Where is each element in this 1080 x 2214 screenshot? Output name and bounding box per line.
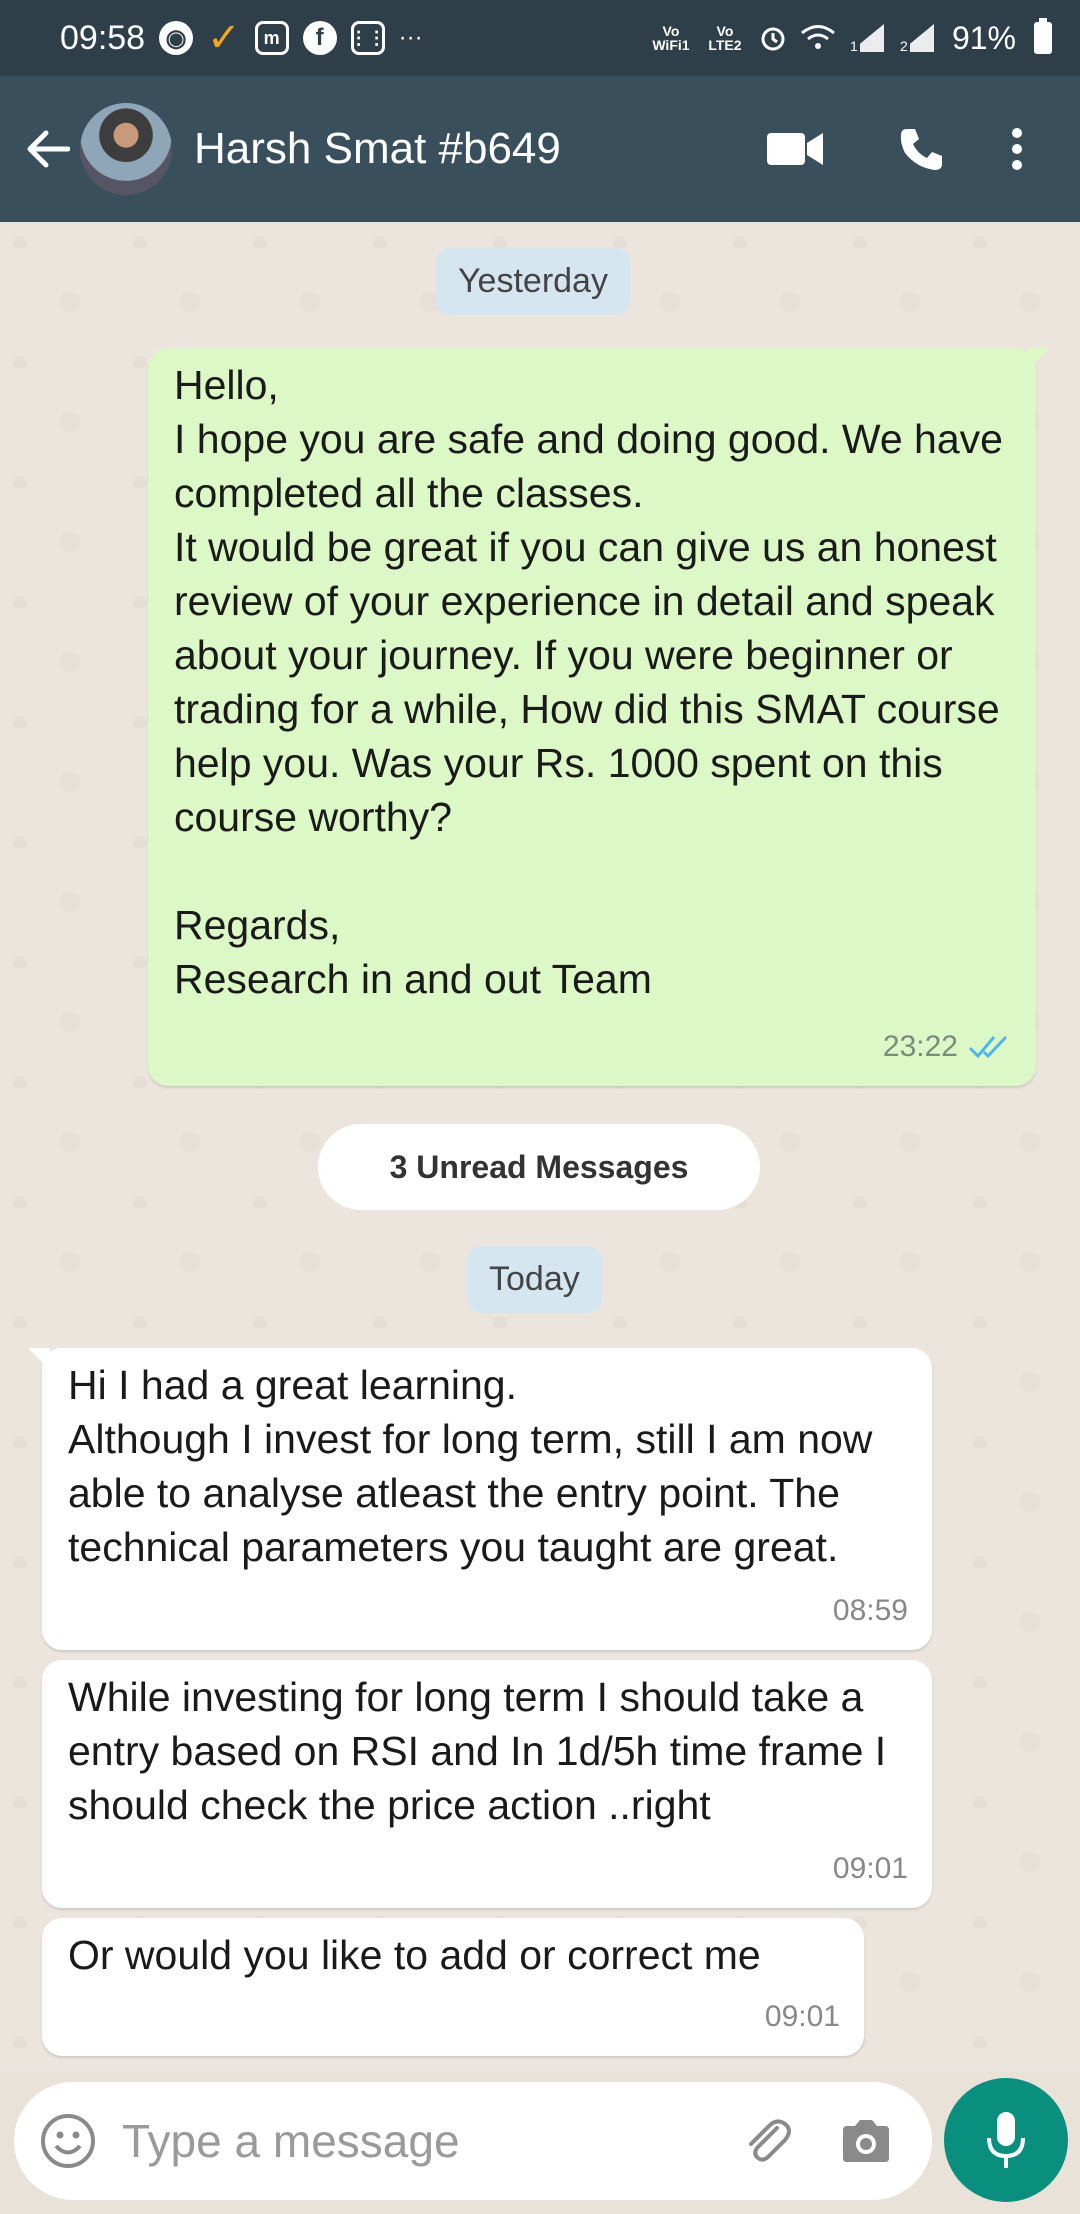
menu-button[interactable] [972, 104, 1062, 194]
contact-name[interactable]: Harsh Smat #b649 [194, 124, 750, 174]
attach-button[interactable] [724, 2099, 808, 2183]
message-composer [14, 2082, 932, 2200]
chat-header: Harsh Smat #b649 [0, 76, 1080, 222]
arrow-left-icon [27, 130, 70, 168]
unread-messages-divider: 3 Unread Messages [318, 1124, 760, 1210]
system-icons: Vo WiFi1 Vo LTE2 1 2 91% [650, 18, 1052, 57]
back-button[interactable] [18, 119, 78, 179]
voice-call-button[interactable] [876, 104, 966, 194]
more-icon: ··· [398, 24, 423, 51]
vowifi-label: Vo WiFi1 [652, 23, 690, 53]
m-icon: m [254, 21, 289, 55]
camera-button[interactable] [824, 2099, 908, 2183]
smiley-icon [41, 2114, 95, 2168]
message-text: Hello, I hope you are safe and doing goo… [174, 362, 1003, 1002]
message-text: While investing for long term I should t… [68, 1674, 887, 1828]
status-bar: 09:58 ◉ ✓ m f ⋮⋮ ··· Vo WiFi1 Vo LTE2 1 … [0, 0, 1080, 76]
date-separator-today: Today [467, 1246, 602, 1313]
wifi-icon [800, 24, 836, 52]
phone-icon [900, 129, 942, 170]
calculator-icon: ⋮⋮ [350, 21, 386, 55]
video-call-button[interactable] [750, 104, 840, 194]
avatar[interactable] [80, 103, 172, 195]
message-meta: 09:01 [765, 1990, 840, 2044]
chat-area[interactable]: Yesterday Hello, I hope you are safe and… [0, 222, 1080, 2072]
sim1-label: 1 [847, 38, 860, 54]
date-separator-yesterday: Yesterday [436, 248, 630, 315]
app-notification-icon: ◉ [159, 21, 194, 55]
emoji-button[interactable] [38, 2111, 98, 2171]
sim2-label: 2 [897, 38, 910, 54]
message-meta: 23:22 [883, 1020, 1012, 1074]
notification-icons: ◉ ✓ m f ⋮⋮ ··· [159, 15, 650, 61]
message-text: Or would you like to add or correct me [68, 1932, 761, 1978]
bubble-tail [28, 1348, 50, 1370]
check-icon: ✓ [207, 16, 241, 60]
message-incoming[interactable]: Hi I had a great learning. Although I in… [28, 1348, 932, 1650]
camera-icon [843, 2120, 889, 2162]
message-incoming[interactable]: Or would you like to add or correct me 0… [42, 1918, 864, 2056]
paperclip-icon [749, 2119, 791, 2162]
voice-message-button[interactable] [944, 2078, 1068, 2202]
bubble-tail [1028, 348, 1050, 370]
more-vertical-icon [1012, 128, 1022, 170]
battery-icon [1034, 18, 1052, 54]
message-time: 09:01 [832, 1852, 908, 1885]
alarm-icon [758, 23, 788, 53]
status-time: 09:58 [60, 18, 146, 57]
message-time: 09:01 [764, 2000, 840, 2033]
video-camera-icon [767, 133, 823, 165]
volte-label: Vo LTE2 [708, 23, 742, 53]
battery-percent: 91% [951, 19, 1016, 56]
message-outgoing[interactable]: Hello, I hope you are safe and doing goo… [148, 348, 1050, 1086]
message-meta: 09:01 [833, 1842, 908, 1896]
message-time: 23:22 [882, 1030, 958, 1063]
message-input[interactable] [122, 2114, 724, 2168]
facebook-icon: f [302, 21, 337, 55]
message-time: 08:59 [832, 1594, 908, 1627]
signal-icon: 1 [847, 22, 886, 54]
microphone-icon [987, 2112, 1025, 2168]
message-incoming[interactable]: While investing for long term I should t… [42, 1660, 932, 1908]
signal-icon: 2 [897, 22, 936, 54]
double-check-icon [968, 1035, 1008, 1059]
message-text: Hi I had a great learning. Although I in… [68, 1362, 873, 1570]
message-meta: 08:59 [833, 1584, 908, 1638]
